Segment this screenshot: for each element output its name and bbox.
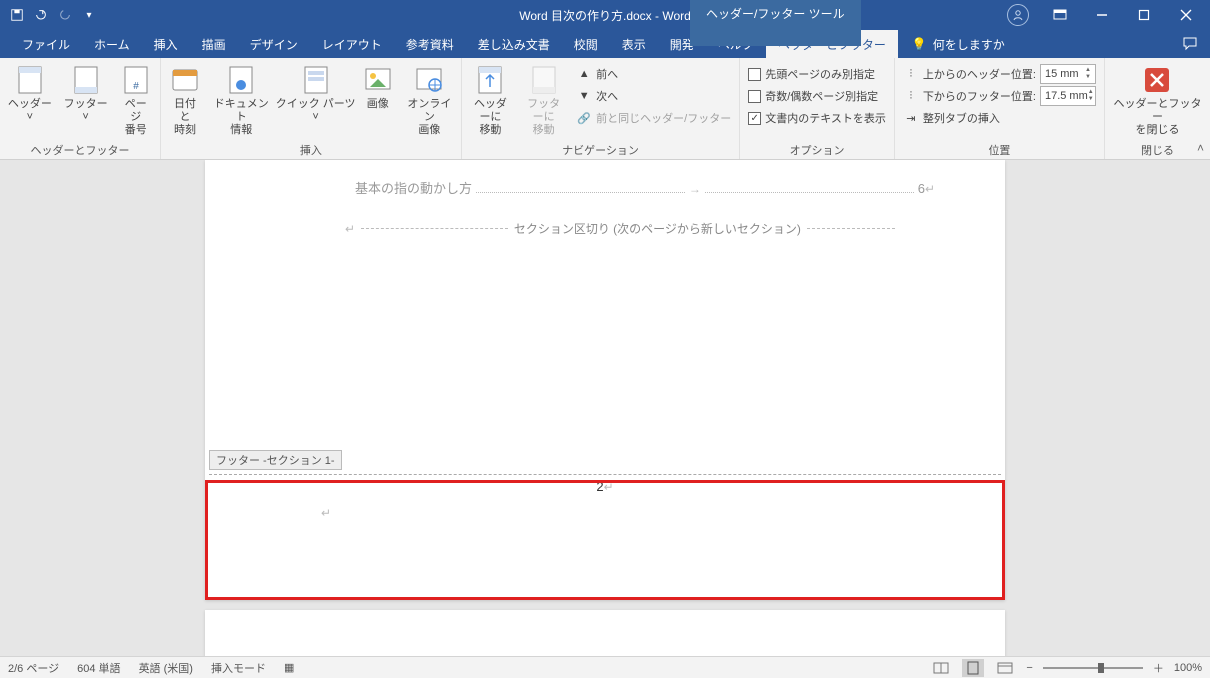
quick-parts-button[interactable]: クイック パーツ˅ bbox=[277, 62, 353, 126]
status-bar: 2/6 ページ 604 単語 英語 (米国) 挿入モード ▦ − ＋ 100% bbox=[0, 656, 1210, 678]
doc-info-button[interactable]: ドキュメント 情報 bbox=[209, 62, 273, 139]
toc-page-num: 6 bbox=[918, 181, 925, 196]
group-label-insert: 挿入 bbox=[165, 141, 457, 159]
toc-entry: 基本の指の動かし方 → 6↵ bbox=[355, 178, 935, 197]
save-icon[interactable] bbox=[6, 4, 28, 26]
section-break: ↵ セクション区切り (次のページから新しいセクション) bbox=[345, 220, 895, 237]
page-number-button[interactable]: #ページ 番号 bbox=[115, 62, 156, 139]
group-header-footer: ヘッダー˅ フッター˅ #ページ 番号 ヘッダーとフッター bbox=[0, 58, 161, 159]
quick-access-toolbar: ▾ bbox=[0, 4, 100, 26]
svg-text:#: # bbox=[133, 81, 139, 92]
status-insert-mode[interactable]: 挿入モード bbox=[211, 660, 266, 676]
date-time-button[interactable]: 日付と 時刻 bbox=[165, 62, 205, 139]
previous-icon: ▲ bbox=[576, 66, 592, 82]
checkbox-checked-icon: ✓ bbox=[748, 112, 761, 125]
page-2 bbox=[205, 610, 1005, 656]
ribbon: ヘッダー˅ フッター˅ #ページ 番号 ヘッダーとフッター 日付と 時刻 ドキュ… bbox=[0, 58, 1210, 160]
goto-header-button[interactable]: ヘッダーに 移動 bbox=[466, 62, 515, 139]
qat-dropdown-icon[interactable]: ▾ bbox=[78, 4, 100, 26]
close-button[interactable] bbox=[1166, 0, 1206, 30]
picture-button[interactable]: 画像 bbox=[358, 62, 398, 113]
group-label-options: オプション bbox=[744, 141, 890, 159]
opt-different-oddeven[interactable]: 奇数/偶数ページ別指定 bbox=[744, 86, 890, 106]
document-area[interactable]: 基本の指の動かし方 → 6↵ ↵ セクション区切り (次のページから新しいセクシ… bbox=[0, 160, 1210, 656]
maximize-button[interactable] bbox=[1124, 0, 1164, 30]
group-options: 先頭ページのみ別指定 奇数/偶数ページ別指定 ✓文書内のテキストを表示 オプショ… bbox=[740, 58, 895, 159]
ribbon-tabs: ファイル ホーム 挿入 描画 デザイン レイアウト 参考資料 差し込み文書 校閲… bbox=[0, 30, 1210, 58]
tab-references[interactable]: 参考資料 bbox=[394, 30, 466, 58]
align-tab-icon: ⇥ bbox=[903, 110, 919, 126]
tab-file[interactable]: ファイル bbox=[10, 30, 82, 58]
lightbulb-icon: 💡 bbox=[912, 37, 927, 51]
tab-view[interactable]: 表示 bbox=[610, 30, 658, 58]
window-controls bbox=[998, 0, 1210, 30]
group-close: ヘッダーとフッター を閉じる 閉じる bbox=[1105, 58, 1210, 159]
opt-different-first[interactable]: 先頭ページのみ別指定 bbox=[744, 64, 890, 84]
view-print-layout[interactable] bbox=[962, 659, 984, 677]
group-insert: 日付と 時刻 ドキュメント 情報 クイック パーツ˅ 画像 オンライン 画像 挿… bbox=[161, 58, 462, 159]
insert-align-tab[interactable]: ⇥整列タブの挿入 bbox=[899, 108, 1100, 128]
header-button[interactable]: ヘッダー˅ bbox=[4, 62, 56, 126]
status-page[interactable]: 2/6 ページ bbox=[8, 660, 59, 676]
toc-text: 基本の指の動かし方 bbox=[355, 178, 472, 197]
tab-home[interactable]: ホーム bbox=[82, 30, 142, 58]
header-from-top[interactable]: ⫶上からのヘッダー位置:15 mm▲▼ bbox=[899, 64, 1100, 84]
header-pos-spinner[interactable]: 15 mm▲▼ bbox=[1040, 64, 1096, 84]
zoom-level[interactable]: 100% bbox=[1174, 662, 1202, 674]
context-tool-tab: ヘッダー/フッター ツール bbox=[690, 0, 861, 46]
group-navigation: ヘッダーに 移動 フッターに 移動 ▲前へ ▼次へ 🔗前と同じヘッダー/フッター… bbox=[462, 58, 740, 159]
tab-mailings[interactable]: 差し込み文書 bbox=[466, 30, 562, 58]
footer-pos-spinner[interactable]: 17.5 mm▲▼ bbox=[1040, 86, 1096, 106]
footer-button[interactable]: フッター˅ bbox=[60, 62, 112, 126]
group-label-close: 閉じる bbox=[1109, 141, 1206, 159]
view-read-mode[interactable] bbox=[930, 659, 952, 677]
checkbox-icon bbox=[748, 68, 761, 81]
online-picture-button[interactable]: オンライン 画像 bbox=[402, 62, 457, 139]
tell-me[interactable]: 💡 何をしますか bbox=[912, 36, 1005, 53]
tab-layout[interactable]: レイアウト bbox=[310, 30, 394, 58]
tell-me-label: 何をしますか bbox=[933, 36, 1005, 53]
close-header-footer-button[interactable]: ヘッダーとフッター を閉じる bbox=[1109, 62, 1206, 139]
footer-boundary bbox=[209, 474, 1001, 475]
status-language[interactable]: 英語 (米国) bbox=[139, 660, 193, 676]
highlight-box bbox=[205, 480, 1005, 600]
goto-footer-button[interactable]: フッターに 移動 bbox=[519, 62, 568, 139]
next-icon: ▼ bbox=[576, 88, 592, 104]
page-1: 基本の指の動かし方 → 6↵ ↵ セクション区切り (次のページから新しいセクシ… bbox=[205, 160, 1005, 600]
macro-record-icon[interactable]: ▦ bbox=[284, 661, 294, 674]
group-label-hf: ヘッダーとフッター bbox=[4, 141, 156, 159]
zoom-slider[interactable] bbox=[1043, 667, 1143, 669]
tab-insert[interactable]: 挿入 bbox=[142, 30, 190, 58]
checkbox-icon bbox=[748, 90, 761, 103]
nav-previous[interactable]: ▲前へ bbox=[572, 64, 735, 84]
title-bar: ▾ Word 目次の作り方.docx - Word ヘッダー/フッター ツール bbox=[0, 0, 1210, 30]
undo-icon[interactable] bbox=[30, 4, 52, 26]
section-break-label: セクション区切り (次のページから新しいセクション) bbox=[514, 220, 801, 237]
link-previous: 🔗前と同じヘッダー/フッター bbox=[572, 108, 735, 128]
account-icon[interactable] bbox=[998, 0, 1038, 30]
footer-pos-icon: ⫶ bbox=[903, 88, 919, 104]
zoom-out[interactable]: − bbox=[1026, 662, 1032, 674]
view-web-layout[interactable] bbox=[994, 659, 1016, 677]
footer-from-bottom[interactable]: ⫶下からのフッター位置:17.5 mm▲▼ bbox=[899, 86, 1100, 106]
tab-draw[interactable]: 描画 bbox=[190, 30, 238, 58]
window-title: Word 目次の作り方.docx - Word bbox=[519, 7, 691, 24]
status-words[interactable]: 604 単語 bbox=[77, 660, 120, 676]
redo-icon[interactable] bbox=[54, 4, 76, 26]
nav-next[interactable]: ▼次へ bbox=[572, 86, 735, 106]
header-pos-icon: ⫶ bbox=[903, 66, 919, 82]
minimize-button[interactable] bbox=[1082, 0, 1122, 30]
opt-show-text[interactable]: ✓文書内のテキストを表示 bbox=[744, 108, 890, 128]
tab-design[interactable]: デザイン bbox=[238, 30, 310, 58]
collapse-ribbon-icon[interactable]: ˄ bbox=[1197, 141, 1204, 155]
group-position: ⫶上からのヘッダー位置:15 mm▲▼ ⫶下からのフッター位置:17.5 mm▲… bbox=[895, 58, 1105, 159]
ribbon-display-icon[interactable] bbox=[1040, 0, 1080, 30]
tab-review[interactable]: 校閲 bbox=[562, 30, 610, 58]
zoom-in[interactable]: ＋ bbox=[1153, 660, 1164, 676]
feedback-icon[interactable] bbox=[1170, 36, 1210, 52]
link-icon: 🔗 bbox=[576, 110, 592, 126]
group-label-position: 位置 bbox=[899, 141, 1100, 159]
footer-tag: フッター -セクション 1- bbox=[209, 450, 342, 470]
group-label-nav: ナビゲーション bbox=[466, 141, 735, 159]
